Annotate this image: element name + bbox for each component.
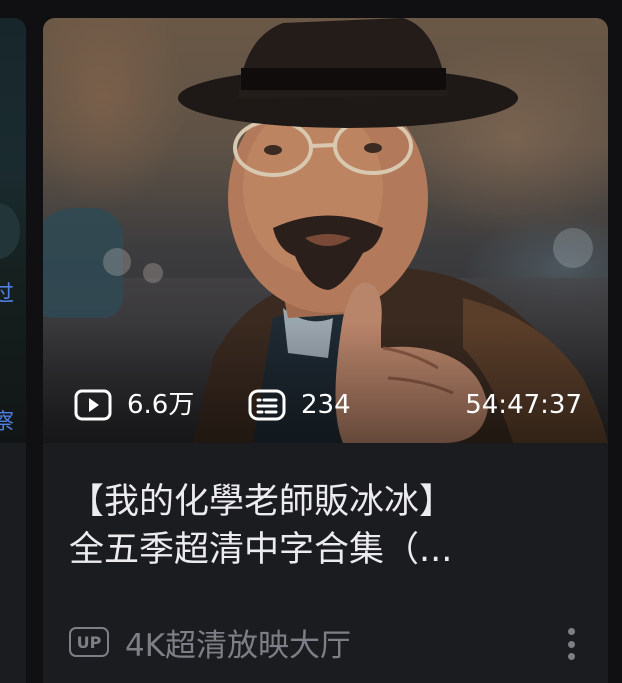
previous-video-card[interactable]: 过 察 bbox=[0, 18, 26, 683]
danmaku-count: 234 bbox=[247, 385, 351, 425]
more-vertical-icon[interactable] bbox=[559, 624, 583, 664]
play-icon bbox=[73, 388, 113, 422]
up-badge-icon: UP bbox=[69, 627, 109, 657]
video-card[interactable]: 6.6万 234 54:47:37 【我的化學老師販冰冰】 全五季超清中字合集（… bbox=[43, 18, 608, 683]
danmaku-count-text: 234 bbox=[301, 390, 351, 420]
previous-video-text-fragment: 察 bbox=[0, 410, 15, 435]
video-title[interactable]: 【我的化學老師販冰冰】 全五季超清中字合集（... bbox=[69, 478, 589, 574]
video-title-line-2: 全五季超清中字合集（... bbox=[69, 530, 453, 570]
view-count: 6.6万 bbox=[73, 385, 194, 425]
video-duration: 54:47:37 bbox=[465, 385, 582, 425]
video-duration-text: 54:47:37 bbox=[465, 390, 582, 420]
uploader-name[interactable]: 4K超清放映大厅 bbox=[125, 620, 351, 665]
video-title-line-1: 【我的化學老師販冰冰】 bbox=[69, 482, 455, 522]
video-thumbnail[interactable]: 6.6万 234 54:47:37 bbox=[43, 18, 608, 443]
feed-page: 过 察 6.6万 234 54:47:37 【我的化學老師販冰冰】 全五季超清中… bbox=[0, 0, 622, 683]
view-count-text: 6.6万 bbox=[127, 390, 195, 420]
video-stats-bar: 6.6万 234 54:47:37 bbox=[43, 385, 608, 425]
uploader-row[interactable]: UP 4K超清放映大厅 bbox=[69, 620, 589, 664]
danmaku-icon bbox=[247, 388, 287, 422]
previous-video-text-fragment: 过 bbox=[0, 282, 15, 307]
